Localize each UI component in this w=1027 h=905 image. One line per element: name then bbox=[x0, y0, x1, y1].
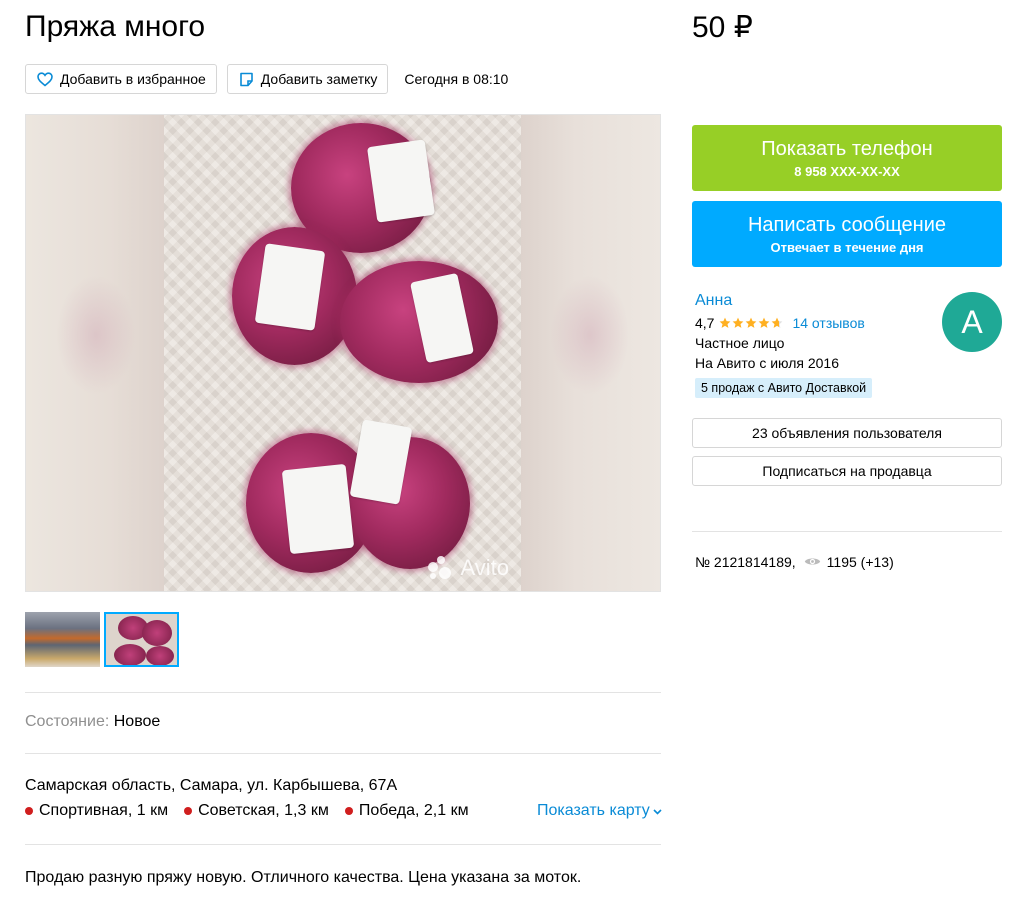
divider bbox=[25, 753, 661, 754]
star-icon bbox=[746, 317, 757, 328]
avatar[interactable]: А bbox=[942, 292, 1002, 352]
star-icon bbox=[772, 317, 783, 328]
listing-description: Продаю разную пряжу новую. Отличного кач… bbox=[25, 869, 582, 886]
metro-station: Спортивная, 1 км bbox=[25, 802, 168, 820]
condition-param: Состояние: Новое bbox=[25, 713, 160, 731]
show-phone-label: Показать телефон bbox=[761, 137, 933, 160]
yarn-label bbox=[254, 243, 326, 331]
star-icon bbox=[733, 317, 744, 328]
divider bbox=[692, 531, 1002, 532]
add-note-button[interactable]: Добавить заметку bbox=[226, 64, 389, 94]
listing-title: Пряжа много bbox=[25, 10, 206, 43]
metro-station-name: Советская, 1,3 км bbox=[198, 802, 329, 819]
phone-masked: 8 958 XXX-XX-XX bbox=[794, 163, 900, 179]
subscribe-seller-button[interactable]: Подписаться на продавца bbox=[692, 456, 1002, 486]
metro-stations: Спортивная, 1 км Советская, 1,3 км Побед… bbox=[25, 802, 485, 820]
eye-icon bbox=[804, 554, 821, 570]
add-to-favorites-button[interactable]: Добавить в избранное bbox=[25, 64, 217, 94]
listing-price: 50 ₽ bbox=[692, 11, 753, 44]
metro-station-name: Спортивная, 1 км bbox=[39, 802, 169, 819]
yarn-label bbox=[281, 463, 355, 555]
response-time: Отвечает в течение дня bbox=[770, 239, 924, 255]
gallery-blur-left bbox=[26, 115, 166, 591]
seller-ads-button[interactable]: 23 объявления пользователя bbox=[692, 418, 1002, 448]
delivery-badge: 5 продаж с Авито Доставкой bbox=[695, 378, 873, 398]
photo-thumbnails bbox=[25, 612, 179, 667]
condition-label: Состояние: bbox=[25, 713, 110, 730]
yarn-label bbox=[366, 139, 436, 223]
address: Самарская область, Самара, ул. Карбышева… bbox=[25, 777, 398, 794]
show-map-label: Показать карту bbox=[537, 802, 650, 819]
write-message-button[interactable]: Написать сообщение Отвечает в течение дн… bbox=[692, 201, 1002, 267]
main-photo[interactable]: Avito bbox=[164, 115, 521, 591]
star-icon bbox=[759, 317, 770, 328]
gallery-blur-right bbox=[520, 115, 660, 591]
views-count: 1195 (+13) bbox=[826, 554, 894, 570]
thumbnail-2[interactable] bbox=[104, 612, 179, 667]
rating-value: 4,7 bbox=[695, 315, 715, 331]
metro-dot-icon bbox=[344, 807, 353, 815]
metro-dot-icon bbox=[184, 807, 193, 815]
chevron-down-icon bbox=[653, 802, 662, 820]
thumbnail-1[interactable] bbox=[25, 612, 100, 667]
rating-stars bbox=[719, 317, 784, 329]
write-message-label: Написать сообщение bbox=[747, 213, 946, 236]
metro-station: Советская, 1,3 км bbox=[184, 802, 329, 820]
metro-dot-icon bbox=[25, 807, 33, 815]
add-note-label: Добавить заметку bbox=[260, 71, 378, 87]
show-phone-button[interactable]: Показать телефон 8 958 XXX-XX-XX bbox=[692, 125, 1002, 191]
avito-watermark-text: Avito bbox=[460, 555, 509, 580]
note-icon bbox=[239, 72, 254, 87]
show-map-link[interactable]: Показать карту bbox=[537, 802, 662, 820]
add-to-favorites-label: Добавить в избранное bbox=[60, 71, 206, 87]
heart-icon bbox=[37, 71, 53, 87]
seller-rating: 4,7 14 отзывов bbox=[695, 315, 865, 331]
seller-since: На Авито с июля 2016 bbox=[695, 355, 839, 371]
avito-watermark: Avito bbox=[428, 555, 509, 581]
divider bbox=[25, 844, 661, 845]
seller-name-link[interactable]: Анна bbox=[695, 292, 732, 310]
metro-station-name: Победа, 2,1 км bbox=[358, 802, 469, 819]
condition-value: Новое bbox=[113, 713, 161, 730]
publish-date: Сегодня в 08:10 bbox=[404, 71, 509, 87]
metro-station: Победа, 2,1 км bbox=[344, 802, 469, 820]
reviews-link[interactable]: 14 отзывов bbox=[792, 315, 864, 331]
photo-gallery[interactable]: Avito bbox=[25, 114, 661, 592]
listing-actions: Добавить в избранное Добавить заметку Се… bbox=[25, 64, 508, 94]
listing-meta: № 2121814189, 1195 (+13) bbox=[695, 554, 894, 570]
divider bbox=[25, 692, 661, 693]
ad-number: № 2121814189, bbox=[695, 554, 796, 570]
seller-type: Частное лицо bbox=[695, 335, 785, 351]
star-icon bbox=[720, 317, 731, 328]
avito-logo-icon bbox=[428, 556, 454, 580]
